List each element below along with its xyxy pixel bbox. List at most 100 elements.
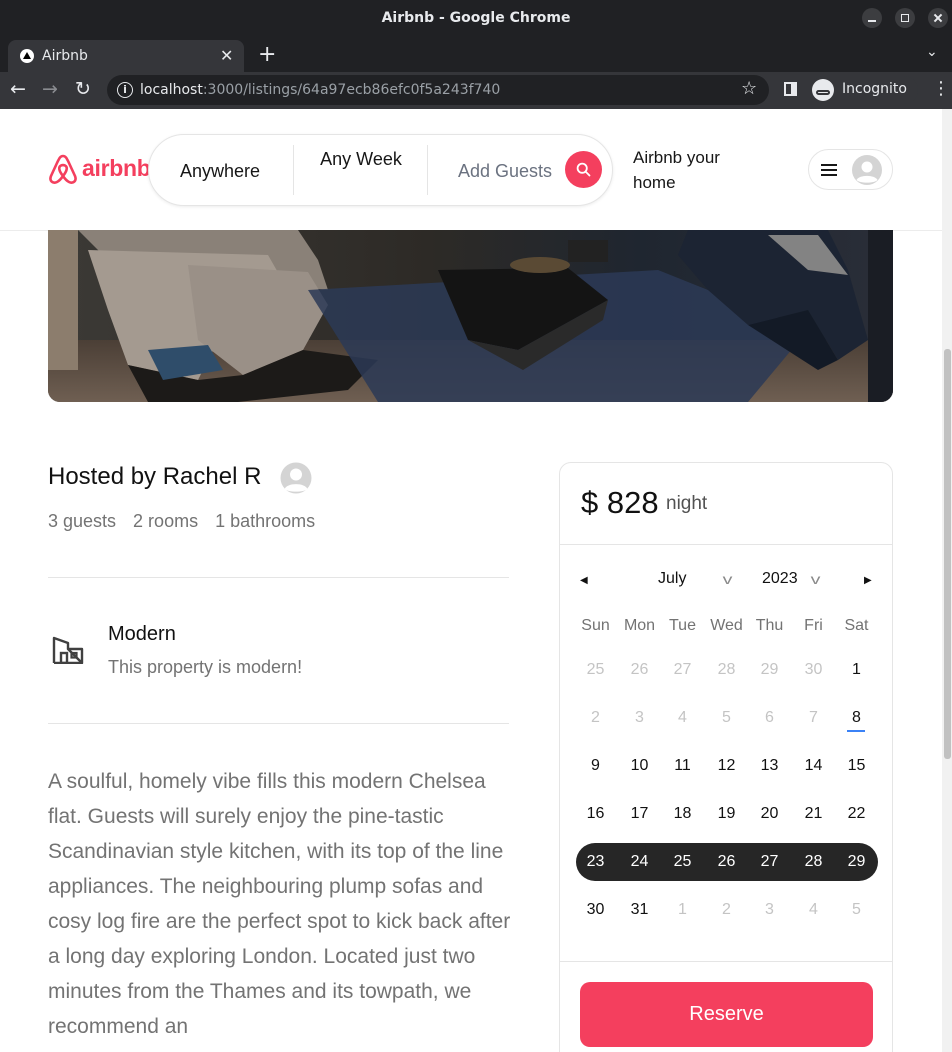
search-divider [293, 145, 294, 195]
close-window-button[interactable] [928, 8, 948, 28]
incognito-profile-button[interactable]: Incognito [810, 76, 918, 104]
room-count: 2 rooms [133, 511, 199, 531]
site-info-icon[interactable]: i [117, 82, 133, 98]
back-button[interactable]: ← [10, 78, 26, 100]
weekday-header: Sat [844, 617, 869, 634]
calendar-day-today[interactable]: 8 [835, 709, 878, 727]
calendar-day: 25 [586, 661, 605, 678]
calendar-day[interactable]: 12 [705, 757, 748, 775]
calendar-day[interactable]: 29 [835, 853, 878, 871]
address-bar[interactable]: i localhost:3000/listings/64a97ecb86efc0… [107, 75, 769, 105]
calendar-day[interactable]: 14 [792, 757, 835, 775]
calendar-day[interactable]: 22 [835, 805, 878, 823]
hosted-by-heading: Hosted by Rachel R [48, 463, 262, 490]
search-add-guests[interactable]: Add Guests [458, 161, 552, 182]
reserve-button[interactable]: Reserve [580, 982, 873, 1047]
calendar-day[interactable]: 23 [574, 853, 617, 871]
incognito-icon [812, 79, 834, 101]
site-navbar: airbnb Anywhere Any Week Add Guests Airb… [0, 109, 942, 231]
calendar-day[interactable]: 25 [661, 853, 704, 871]
calendar-day: 5 [852, 901, 861, 918]
weekday-header: Tue [669, 617, 696, 634]
weekday-header: Sun [581, 617, 610, 634]
search-bar[interactable]: Anywhere Any Week Add Guests [148, 134, 613, 206]
card-divider [560, 544, 892, 545]
calendar-day[interactable]: 21 [792, 805, 835, 823]
calendar-year-select[interactable]: 2023 [762, 570, 798, 588]
price-unit: night [666, 493, 708, 514]
tab-label: Airbnb [42, 48, 88, 64]
calendar-day[interactable]: 18 [661, 805, 704, 823]
logo-text: airbnb [82, 155, 151, 181]
url-path: :3000/listings/64a97ecb86efc0f5a243f740 [202, 82, 501, 98]
calendar-day: 7 [809, 709, 818, 726]
browser-toolbar: ← → ↻ i localhost:3000/listings/64a97ecb… [0, 72, 952, 109]
calendar-day: 27 [673, 661, 692, 678]
modern-building-icon [52, 636, 84, 664]
new-tab-button[interactable]: + [258, 42, 276, 67]
calendar-day[interactable]: 11 [661, 757, 704, 775]
page-scrollbar-thumb[interactable] [944, 349, 951, 759]
page-viewport: airbnb Anywhere Any Week Add Guests Airb… [0, 109, 952, 1052]
airbnb-your-home-link[interactable]: Airbnb your home [633, 145, 743, 195]
chevron-left-icon[interactable]: ◀ [580, 575, 588, 586]
calendar-day: 3 [765, 901, 774, 918]
calendar-day[interactable]: 28 [792, 853, 835, 871]
month-chevron-down-icon[interactable]: v [723, 571, 733, 587]
category-label: Modern [108, 623, 176, 645]
chrome-menu-icon[interactable]: ⋮ [932, 78, 950, 99]
calendar-day[interactable]: 24 [618, 853, 661, 871]
search-anywhere[interactable]: Anywhere [180, 161, 260, 182]
calendar-day: 28 [717, 661, 736, 678]
favicon-icon [20, 49, 34, 63]
search-icon [576, 162, 591, 177]
calendar-day[interactable]: 16 [574, 805, 617, 823]
calendar-day[interactable]: 20 [748, 805, 791, 823]
calendar-day: 3 [635, 709, 644, 726]
calendar-day: 29 [760, 661, 779, 678]
calendar-day[interactable]: 27 [748, 853, 791, 871]
reservation-card: $ 828 night ◀ July v 2023 v ▶ Sun Mon Tue W… [559, 462, 893, 1052]
forward-button[interactable]: → [42, 78, 58, 100]
reload-button[interactable]: ↻ [75, 78, 91, 100]
card-divider [560, 961, 892, 962]
airbnb-logo[interactable]: airbnb [48, 151, 152, 187]
weekday-header: Fri [804, 617, 823, 634]
calendar-month-select[interactable]: July [658, 570, 686, 588]
window-titlebar: Airbnb - Google Chrome [0, 0, 952, 36]
calendar-day[interactable]: 15 [835, 757, 878, 775]
weekday-header: Thu [755, 617, 784, 634]
weekday-header: Wed [710, 617, 743, 634]
section-divider [48, 577, 509, 578]
minimize-button[interactable] [862, 8, 882, 28]
calendar-day[interactable]: 1 [835, 661, 878, 679]
tab-close-icon[interactable]: ✕ [220, 46, 233, 65]
calendar-day[interactable]: 13 [748, 757, 791, 775]
chevron-right-icon[interactable]: ▶ [864, 575, 872, 586]
year-chevron-down-icon[interactable]: v [811, 571, 821, 587]
side-panel-icon[interactable] [784, 82, 797, 96]
search-button[interactable] [565, 151, 602, 188]
calendar-day[interactable]: 19 [705, 805, 748, 823]
calendar-day[interactable]: 10 [618, 757, 661, 775]
calendar-day[interactable]: 26 [705, 853, 748, 871]
window-title: Airbnb - Google Chrome [381, 10, 571, 26]
user-menu-button[interactable] [808, 149, 893, 190]
search-week[interactable]: Any Week [313, 147, 409, 172]
calendar-day[interactable]: 30 [574, 901, 617, 919]
calendar-day: 30 [804, 661, 823, 678]
calendar-day: 4 [678, 709, 687, 726]
category-description: This property is modern! [108, 657, 303, 677]
calendar-day[interactable]: 17 [618, 805, 661, 823]
url-text: localhost:3000/listings/64a97ecb86efc0f5… [140, 82, 500, 98]
maximize-button[interactable] [895, 8, 915, 28]
calendar-day: 2 [722, 901, 731, 918]
tab-strip: Airbnb ✕ + ⌄ [0, 36, 952, 72]
calendar-day[interactable]: 9 [574, 757, 617, 775]
bookmark-star-icon[interactable]: ☆ [741, 78, 757, 99]
tab-search-chevron-icon[interactable]: ⌄ [926, 44, 938, 60]
listing-description: A soulful, homely vibe fills this modern… [48, 770, 511, 1038]
user-avatar-icon [852, 155, 882, 185]
tab-airbnb[interactable]: Airbnb ✕ [8, 40, 244, 72]
calendar-day[interactable]: 31 [618, 901, 661, 919]
